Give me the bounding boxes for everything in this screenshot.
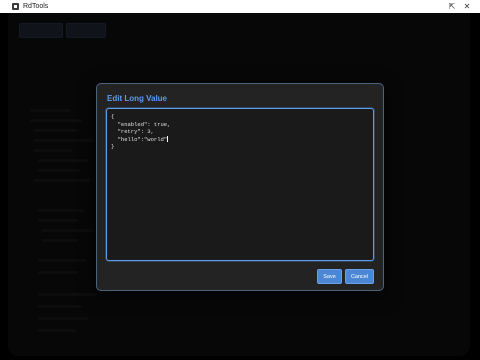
code-line: "hello":"world"	[111, 135, 168, 143]
code-text: { "enabled": true, "retry": 3, "hello":"…	[111, 113, 170, 151]
code-line: "retry": 3,	[111, 128, 154, 135]
window-title-bar: RdTools ⇱ ✕	[0, 0, 480, 13]
save-button[interactable]: Save	[317, 269, 342, 284]
cancel-button[interactable]: Cancel	[345, 269, 374, 284]
app-window: Edit Long Value { "enabled": true, "retr…	[8, 13, 470, 356]
code-line: }	[111, 143, 115, 150]
code-line: "enabled": true,	[111, 120, 171, 128]
json-value-editor[interactable]: { "enabled": true, "retry": 3, "hello":"…	[106, 108, 374, 261]
pin-icon[interactable]: ⇱	[444, 0, 460, 13]
text-caret	[167, 135, 168, 142]
dialog-title: Edit Long Value	[107, 94, 168, 103]
close-icon[interactable]: ✕	[459, 0, 475, 13]
window-title: RdTools	[23, 3, 49, 10]
edit-value-dialog: Edit Long Value { "enabled": true, "retr…	[96, 83, 384, 291]
app-icon	[12, 3, 19, 10]
code-line: {	[111, 113, 115, 120]
